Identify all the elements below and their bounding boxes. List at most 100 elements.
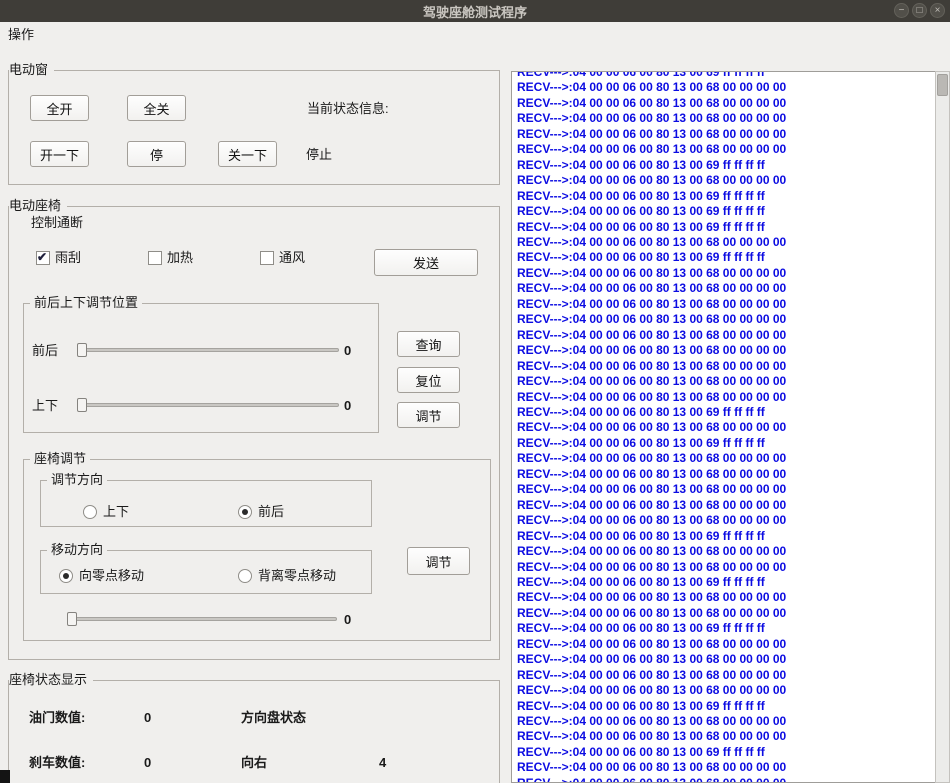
up-down-slider-handle[interactable]	[77, 398, 87, 412]
full-close-button[interactable]: 全关	[127, 95, 186, 121]
front-back-slider[interactable]	[77, 348, 339, 352]
send-button[interactable]: 发送	[374, 249, 478, 276]
power-window-group: 电动窗 全开 全关 当前状态信息: 开一下 停 关一下 停止	[8, 70, 500, 185]
log-line: RECV--->:04 00 00 06 00 80 13 00 69 ff f…	[517, 745, 935, 760]
front-back-slider-value: 0	[344, 343, 351, 359]
heating-checkbox-label[interactable]: 加热	[167, 250, 193, 266]
log-line: RECV--->:04 00 00 06 00 80 13 00 68 00 0…	[517, 359, 935, 374]
adjust-direction-group: 调节方向 上下 前后	[40, 480, 372, 527]
direction-front-back-label[interactable]: 前后	[258, 504, 284, 520]
menu-bar: 操作	[0, 22, 950, 47]
log-line: RECV--->:04 00 00 06 00 80 13 00 69 ff f…	[517, 158, 935, 173]
throttle-label: 油门数值:	[29, 710, 85, 726]
seat-adjust-group-title: 座椅调节	[30, 451, 90, 467]
log-line: RECV--->:04 00 00 06 00 80 13 00 68 00 0…	[517, 281, 935, 296]
minimize-icon[interactable]: −	[894, 3, 909, 18]
log-line: RECV--->:04 00 00 06 00 80 13 00 69 ff f…	[517, 575, 935, 590]
log-line: RECV--->:04 00 00 06 00 80 13 00 68 00 0…	[517, 266, 935, 281]
screen-corner-artifact	[0, 770, 10, 783]
stop-button[interactable]: 停	[127, 141, 186, 167]
front-back-slider-label: 前后	[32, 343, 58, 359]
up-down-slider-value: 0	[344, 398, 351, 414]
up-down-slider[interactable]	[77, 403, 339, 407]
log-line: RECV--->:04 00 00 06 00 80 13 00 69 ff f…	[517, 405, 935, 420]
log-line: RECV--->:04 00 00 06 00 80 13 00 68 00 0…	[517, 374, 935, 389]
log-line: RECV--->:04 00 00 06 00 80 13 00 69 ff f…	[517, 250, 935, 265]
adjust-direction-group-title: 调节方向	[47, 472, 107, 488]
reset-button[interactable]: 复位	[397, 367, 460, 393]
power-seat-group: 电动座椅 控制通断 雨刮 加热 通风 发送 前后上下调节位置 前后 0 上下 0…	[8, 206, 500, 660]
log-line: RECV--->:04 00 00 06 00 80 13 00 68 00 0…	[517, 312, 935, 327]
open-once-button[interactable]: 开一下	[30, 141, 89, 167]
seat-adjust-slider-handle[interactable]	[67, 612, 77, 626]
close-once-button[interactable]: 关一下	[218, 141, 277, 167]
direction-up-down-label[interactable]: 上下	[103, 504, 129, 520]
seat-status-group: 座椅状态显示 油门数值: 0 方向盘状态 刹车数值: 0 向右 4	[8, 680, 500, 783]
log-line: RECV--->:04 00 00 06 00 80 13 00 68 00 0…	[517, 451, 935, 466]
throttle-value: 0	[144, 710, 151, 726]
brake-value: 0	[144, 755, 151, 771]
app-window: 驾驶座舱测试程序 − □ × 操作 电动窗 全开 全关 当前状态信息: 开一下 …	[0, 0, 950, 783]
title-bar[interactable]: 驾驶座舱测试程序 − □ ×	[0, 0, 950, 22]
log-line: RECV--->:04 00 00 06 00 80 13 00 69 ff f…	[517, 699, 935, 714]
log-scrollbar[interactable]	[935, 71, 950, 783]
direction-front-back-radio[interactable]	[238, 505, 252, 519]
wiper-checkbox[interactable]	[36, 251, 50, 265]
seat-status-group-title: 座椅状态显示	[9, 672, 93, 688]
move-direction-group: 移动方向 向零点移动 背离零点移动	[40, 550, 372, 594]
ventilation-checkbox[interactable]	[260, 251, 274, 265]
away-zero-radio[interactable]	[238, 569, 252, 583]
log-line: RECV--->:04 00 00 06 00 80 13 00 68 00 0…	[517, 235, 935, 250]
toward-zero-radio[interactable]	[59, 569, 73, 583]
window-title: 驾驶座舱测试程序	[423, 2, 527, 21]
log-line: RECV--->:04 00 00 06 00 80 13 00 69 ff f…	[517, 220, 935, 235]
position-adjust-group: 前后上下调节位置 前后 0 上下 0	[23, 303, 379, 433]
log-line: RECV--->:04 00 00 06 00 80 13 00 69 ff f…	[517, 621, 935, 636]
away-zero-label[interactable]: 背离零点移动	[258, 568, 336, 584]
log-line: RECV--->:04 00 00 06 00 80 13 00 68 00 0…	[517, 297, 935, 312]
control-switch-label: 控制通断	[31, 215, 83, 231]
log-line: RECV--->:04 00 00 06 00 80 13 00 68 00 0…	[517, 652, 935, 667]
log-line: RECV--->:04 00 00 06 00 80 13 00 68 00 0…	[517, 776, 935, 783]
log-line: RECV--->:04 00 00 06 00 80 13 00 68 00 0…	[517, 390, 935, 405]
log-line: RECV--->:04 00 00 06 00 80 13 00 68 00 0…	[517, 729, 935, 744]
log-line: RECV--->:04 00 00 06 00 80 13 00 68 00 0…	[517, 560, 935, 575]
log-line: RECV--->:04 00 00 06 00 80 13 00 68 00 0…	[517, 343, 935, 358]
steering-direction-value: 4	[379, 755, 386, 771]
log-line: RECV--->:04 00 00 06 00 80 13 00 68 00 0…	[517, 544, 935, 559]
toward-zero-label[interactable]: 向零点移动	[79, 568, 144, 584]
steering-direction-label: 向右	[241, 755, 267, 771]
log-line: RECV--->:04 00 00 06 00 80 13 00 68 00 0…	[517, 328, 935, 343]
full-open-button[interactable]: 全开	[30, 95, 89, 121]
query-button[interactable]: 查询	[397, 331, 460, 357]
log-line: RECV--->:04 00 00 06 00 80 13 00 68 00 0…	[517, 420, 935, 435]
log-line: RECV--->:04 00 00 06 00 80 13 00 68 00 0…	[517, 482, 935, 497]
log-line: RECV--->:04 00 00 06 00 80 13 00 68 00 0…	[517, 513, 935, 528]
window-status-value: 停止	[306, 147, 332, 163]
position-adjust-group-title: 前后上下调节位置	[30, 295, 142, 311]
ventilation-checkbox-label[interactable]: 通风	[279, 250, 305, 266]
log-line: RECV--->:04 00 00 06 00 80 13 00 68 00 0…	[517, 668, 935, 683]
log-line: RECV--->:04 00 00 06 00 80 13 00 68 00 0…	[517, 683, 935, 698]
maximize-icon[interactable]: □	[912, 3, 927, 18]
up-down-slider-label: 上下	[32, 398, 58, 414]
direction-up-down-radio[interactable]	[83, 505, 97, 519]
position-adjust-button[interactable]: 调节	[397, 402, 460, 428]
seat-adjust-slider[interactable]	[67, 617, 337, 621]
log-scrollbar-thumb[interactable]	[937, 74, 948, 96]
close-icon[interactable]: ×	[930, 3, 945, 18]
power-window-group-title: 电动窗	[9, 62, 54, 78]
wiper-checkbox-label[interactable]: 雨刮	[55, 250, 81, 266]
menu-item-operation[interactable]: 操作	[0, 22, 42, 47]
seat-adjust-button[interactable]: 调节	[407, 547, 470, 575]
seat-adjust-slider-value: 0	[344, 612, 351, 628]
log-line: RECV--->:04 00 00 06 00 80 13 00 68 00 0…	[517, 714, 935, 729]
front-back-slider-handle[interactable]	[77, 343, 87, 357]
heating-checkbox[interactable]	[148, 251, 162, 265]
log-line: RECV--->:04 00 00 06 00 80 13 00 68 00 0…	[517, 127, 935, 142]
log-area[interactable]: RECV--->:04 00 00 06 00 80 13 00 69 ff f…	[511, 71, 935, 783]
log-line: RECV--->:04 00 00 06 00 80 13 00 69 ff f…	[517, 436, 935, 451]
log-line: RECV--->:04 00 00 06 00 80 13 00 68 00 0…	[517, 498, 935, 513]
log-line: RECV--->:04 00 00 06 00 80 13 00 69 ff f…	[517, 71, 935, 80]
log-line: RECV--->:04 00 00 06 00 80 13 00 68 00 0…	[517, 142, 935, 157]
